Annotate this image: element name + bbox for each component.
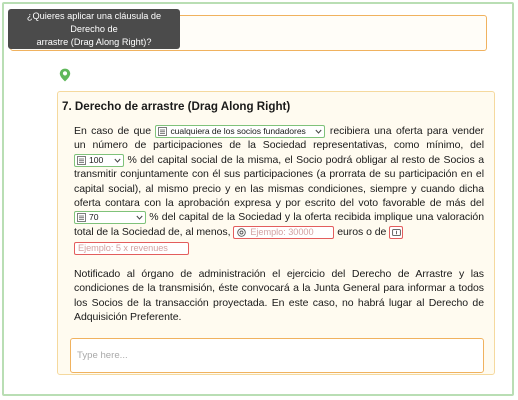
notes-input[interactable]: Type here... [70,338,484,373]
clause-text-segment: % del capital social de la misma, el Soc… [74,153,484,210]
text-field-icon [392,228,402,236]
clause-paragraph-2: Notificado al órgano de administración e… [74,268,484,324]
number-circle-icon [237,228,247,237]
multiple-input[interactable]: Ejemplo: 5 x revenues [74,241,189,255]
notes-placeholder: Type here... [77,350,128,361]
multiple-placeholder: Ejemplo: 5 x revenues [78,243,168,254]
valuation-placeholder: Ejemplo: 30000 [250,227,314,238]
offer-percentage-select[interactable]: 100 [74,153,124,167]
multiple-input-icon-box[interactable] [389,225,404,239]
list-icon [77,213,86,223]
clause-title: 7. Derecho de arrastre (Drag Along Right… [62,100,291,113]
partner-select-value: cualquiera de los socios fundadores [170,126,306,136]
chevron-down-icon [315,129,323,134]
tooltip-line-1: ¿Quieres aplicar una cláusula de Derecho… [26,10,162,34]
clause-text-segment: En caso de que [74,125,156,137]
vote-percentage-select[interactable]: 70 [74,211,146,225]
location-pin-icon[interactable] [59,68,71,82]
question-tooltip: ¿Quieres aplicar una cláusula de Derecho… [8,9,180,49]
vote-percentage-value: 70 [89,212,99,223]
tooltip-line-2: arrastre (Drag Along Right)? [36,36,152,47]
clause-paragraph-1: En caso de que cualquiera de los socios … [74,124,484,255]
partner-select[interactable]: cualquiera de los socios fundadores [155,125,326,138]
offer-percentage-value: 100 [89,154,104,165]
chevron-down-icon [136,216,143,221]
chevron-down-icon [114,158,121,163]
list-icon [77,155,86,165]
valuation-input[interactable]: Ejemplo: 30000 [233,225,335,239]
list-icon [158,127,168,136]
clause-text-segment: euros o de [334,225,390,238]
